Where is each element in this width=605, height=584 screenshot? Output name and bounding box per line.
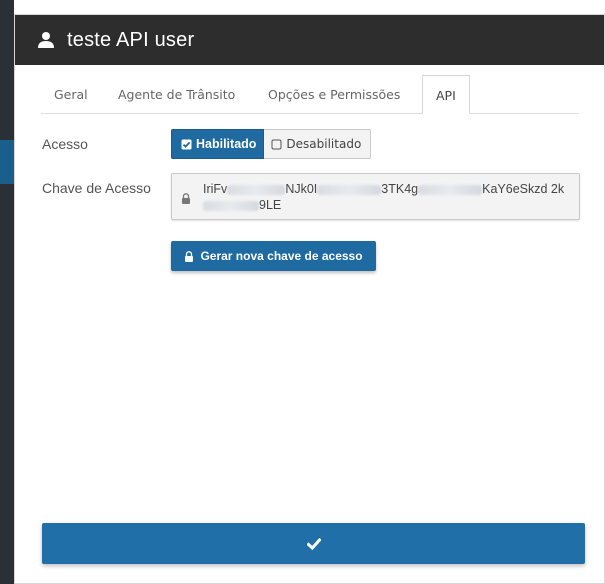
user-edit-dialog: teste API user Geral Agente de Trânsito … bbox=[14, 14, 605, 584]
check-icon bbox=[306, 537, 321, 550]
redacted-segment bbox=[203, 200, 259, 211]
lock-icon bbox=[182, 193, 190, 204]
tab-geral[interactable]: Geral bbox=[54, 75, 88, 113]
key-part: 9LE bbox=[259, 198, 282, 212]
disabled-option-label: Desabilitado bbox=[286, 137, 362, 151]
disabled-option-button[interactable]: Desabilitado bbox=[264, 129, 372, 159]
key-part: 2k bbox=[550, 182, 565, 196]
generate-new-key-button[interactable]: Gerar nova chave de acesso bbox=[171, 241, 376, 271]
confirm-button[interactable] bbox=[42, 523, 585, 564]
checkbox-checked-icon bbox=[181, 139, 192, 149]
enabled-option-button[interactable]: Habilitado bbox=[171, 129, 265, 159]
checkbox-empty-icon bbox=[271, 139, 282, 149]
background-sidebar-highlight bbox=[0, 140, 14, 184]
access-key-value: IriFv NJk0I 3TK4g KaY6eSkzd 2k 9LE bbox=[203, 181, 571, 213]
key-part: IriFv bbox=[203, 182, 228, 196]
tab-bar: Geral Agente de Trânsito Opções e Permis… bbox=[41, 75, 579, 114]
background-sidebar bbox=[0, 0, 14, 584]
lock-icon bbox=[185, 250, 194, 262]
enabled-option-label: Habilitado bbox=[196, 137, 257, 151]
tab-agente-de-transito[interactable]: Agente de Trânsito bbox=[118, 75, 235, 113]
dialog-title: teste API user bbox=[67, 28, 195, 51]
access-toggle-group: Habilitado Desabilitado bbox=[171, 129, 372, 159]
tab-opcoes-e-permissoes[interactable]: Opções e Permissões bbox=[268, 75, 400, 113]
key-part: KaY6eSkzd bbox=[482, 182, 548, 196]
redacted-segment bbox=[227, 184, 286, 195]
redacted-segment bbox=[418, 184, 483, 195]
access-key-label: Chave de Acesso bbox=[42, 180, 151, 196]
redacted-segment bbox=[317, 184, 382, 195]
tab-api[interactable]: API bbox=[422, 75, 470, 114]
access-label: Acesso bbox=[42, 136, 88, 152]
dialog-header: teste API user bbox=[15, 15, 604, 65]
key-part: 3TK4g bbox=[381, 182, 419, 196]
generate-new-key-label: Gerar nova chave de acesso bbox=[200, 249, 363, 263]
key-part: NJk0I bbox=[285, 182, 318, 196]
user-icon bbox=[38, 32, 54, 48]
access-key-field[interactable]: IriFv NJk0I 3TK4g KaY6eSkzd 2k 9LE bbox=[171, 173, 580, 220]
